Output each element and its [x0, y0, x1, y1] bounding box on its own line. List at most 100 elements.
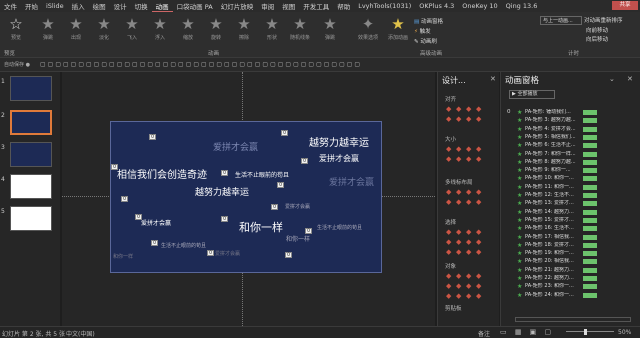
layout-tool-icon[interactable]: ◆: [446, 155, 451, 163]
animation-list-item[interactable]: ★ PA-矩形 14: 越努力...: [507, 209, 635, 216]
animation-painter-button[interactable]: ✎ 动画刷: [414, 37, 437, 45]
layout-tool-icon[interactable]: ◆: [476, 155, 481, 163]
animation-tag[interactable]: 0: [277, 182, 284, 188]
animation-effect-button[interactable]: ★ 形状: [258, 16, 286, 46]
slide-text[interactable]: 爱拼才会赢: [213, 140, 258, 153]
view-buttons[interactable]: ▭ ▦ ▣ ▢: [500, 328, 554, 336]
animation-tag[interactable]: 0: [111, 164, 118, 170]
animation-tag[interactable]: 0: [221, 170, 228, 176]
timing-bar[interactable]: [583, 226, 597, 232]
layout-tool-icon[interactable]: ◆: [466, 115, 471, 123]
animation-effect-button[interactable]: ★ 缩放: [174, 16, 202, 46]
start-dropdown[interactable]: 与上一动画...: [540, 16, 582, 25]
animation-effect-button[interactable]: ★ 旋转: [202, 16, 230, 46]
effect-options-button[interactable]: ✦ 效果选项: [354, 16, 382, 46]
timing-bar[interactable]: [583, 118, 597, 124]
slide-text[interactable]: 生活不止眼前的苟且: [317, 224, 362, 231]
layout-tool-icon[interactable]: ◆: [476, 248, 481, 256]
animation-effect-button[interactable]: ★ 淡化: [90, 16, 118, 46]
zoom-level[interactable]: 50%: [618, 329, 631, 336]
animation-tag[interactable]: 0: [207, 250, 214, 256]
layout-tool-icon[interactable]: ◆: [456, 115, 461, 123]
timing-bar[interactable]: [583, 217, 597, 223]
timing-bar[interactable]: [583, 110, 597, 115]
slide-thumbnail-5[interactable]: [10, 206, 52, 231]
slide-text[interactable]: 爱拼才会赢: [285, 203, 310, 210]
menu-item[interactable]: 幻灯片放映: [217, 1, 258, 11]
pane-options-icon[interactable]: ⌄: [609, 75, 615, 83]
animation-tag[interactable]: 0: [285, 252, 292, 258]
slide-thumbnail-1[interactable]: [10, 76, 52, 101]
timing-bar[interactable]: [583, 134, 597, 140]
timing-bar[interactable]: [583, 193, 597, 198]
slide-text[interactable]: 和你一样: [113, 253, 133, 260]
animation-tag[interactable]: 0: [121, 196, 128, 202]
menu-item[interactable]: 动画: [151, 1, 173, 12]
animation-list-item[interactable]: ★ PA-矩形 9: 和你一...: [507, 167, 635, 174]
slide-text[interactable]: 爱拼才会赢: [319, 153, 359, 164]
language-indicator[interactable]: 中文(中国): [66, 329, 95, 338]
current-slide[interactable]: 爱拼才会赢 越努力越幸运 爱拼才会赢 相信我们会创造奇迹 生活不止眼前的苟且 爱…: [110, 121, 382, 273]
slide-text[interactable]: 和你一样: [239, 219, 283, 235]
animation-list-item[interactable]: ★ PA-矩形 11: 和你一...: [507, 184, 635, 191]
slide-thumbnail-2[interactable]: [10, 110, 52, 135]
animation-list-item[interactable]: ★ PA-矩形 8: 越努力越...: [507, 159, 635, 166]
zoom-slider-thumb[interactable]: [584, 329, 587, 335]
animation-list-item[interactable]: ★ PA-矩形 10: 和你一...: [507, 175, 635, 182]
layout-tool-icon[interactable]: ◆: [456, 238, 461, 246]
quick-access-icons[interactable]: ▢▢▢▢▢▢▢▢▢▢▢▢▢▢▢▢▢▢▢▢▢▢▢▢▢▢▢▢▢▢▢▢▢▢▢▢▢▢▢▢…: [40, 61, 362, 68]
layout-tool-icon[interactable]: ◆: [446, 272, 451, 280]
animation-effect-button[interactable]: ★ 飞入: [118, 16, 146, 46]
preview-button[interactable]: ☆ 预览: [2, 16, 30, 46]
slide-thumbnail-4[interactable]: [10, 174, 52, 199]
layout-tool-icon[interactable]: ◆: [466, 272, 471, 280]
timing-bar[interactable]: [583, 184, 597, 190]
slide-text[interactable]: 生活不止眼前的苟且: [235, 170, 289, 179]
animation-list-item[interactable]: ★ PA-矩形 3: 越努力越...: [507, 117, 635, 124]
slide-text[interactable]: 越努力越幸运: [195, 185, 249, 198]
menu-item[interactable]: 插入: [68, 1, 89, 11]
menu-item[interactable]: 帮助: [333, 1, 354, 11]
animation-list-item[interactable]: ★ PA-矩形 18: 爱拼才...: [507, 242, 635, 249]
timing-bar[interactable]: [583, 209, 597, 215]
layout-tool-icon[interactable]: ◆: [456, 228, 461, 236]
animation-tag[interactable]: 0: [151, 240, 158, 246]
move-later-button[interactable]: 向后移动: [586, 35, 608, 43]
timing-bar[interactable]: [583, 201, 597, 207]
animation-list-item[interactable]: ★ PA-矩形 13: 爱拼才...: [507, 200, 635, 207]
layout-tool-icon[interactable]: ◆: [476, 105, 481, 113]
animation-effect-button[interactable]: ★ 弹跳: [34, 16, 62, 46]
move-earlier-button[interactable]: 向前移动: [586, 26, 608, 34]
menu-item[interactable]: 审阅: [257, 1, 278, 11]
timing-bar[interactable]: [583, 234, 597, 240]
layout-tool-icon[interactable]: ◆: [466, 238, 471, 246]
animation-tag[interactable]: 0: [305, 228, 312, 234]
layout-tool-icon[interactable]: ◆: [466, 198, 471, 206]
animation-tag[interactable]: 0: [149, 134, 156, 140]
menu-item[interactable]: iSlide: [42, 2, 68, 10]
layout-tool-icon[interactable]: ◆: [456, 272, 461, 280]
layout-tool-icon[interactable]: ◆: [446, 292, 451, 300]
menu-item[interactable]: 绘图: [89, 1, 110, 11]
layout-tool-icon[interactable]: ◆: [446, 198, 451, 206]
autosave-toggle[interactable]: 自动保存 ●: [4, 61, 30, 68]
animation-list-item[interactable]: ★ PA-矩形 20: 相信我...: [507, 258, 635, 265]
slide-text[interactable]: 爱拼才会赢: [215, 250, 240, 257]
layout-tool-icon[interactable]: ◆: [466, 282, 471, 290]
layout-tool-icon[interactable]: ◆: [466, 188, 471, 196]
animation-list-item[interactable]: ★ PA-矩形 5: 相信我们...: [507, 134, 635, 141]
share-button[interactable]: 共享: [612, 1, 638, 10]
animation-effect-button[interactable]: ★ 擦除: [230, 16, 258, 46]
slide-text[interactable]: 和你一样: [286, 234, 310, 243]
layout-tool-icon[interactable]: ◆: [476, 188, 481, 196]
timing-bar[interactable]: [583, 126, 597, 132]
animation-list-item[interactable]: ★ PA-矩形 17: 相信我...: [507, 234, 635, 241]
notes-button[interactable]: 备注: [478, 329, 490, 338]
zoom-slider[interactable]: [566, 331, 614, 332]
slide-text[interactable]: 生活不止眼前的苟且: [161, 242, 206, 249]
animation-list-item[interactable]: ★ PA-矩形 23: 和你一...: [507, 283, 635, 290]
layout-tool-icon[interactable]: ◆: [456, 248, 461, 256]
layout-tool-icon[interactable]: ◆: [446, 145, 451, 153]
layout-tool-icon[interactable]: ◆: [446, 188, 451, 196]
menu-item[interactable]: 视图: [278, 1, 299, 11]
